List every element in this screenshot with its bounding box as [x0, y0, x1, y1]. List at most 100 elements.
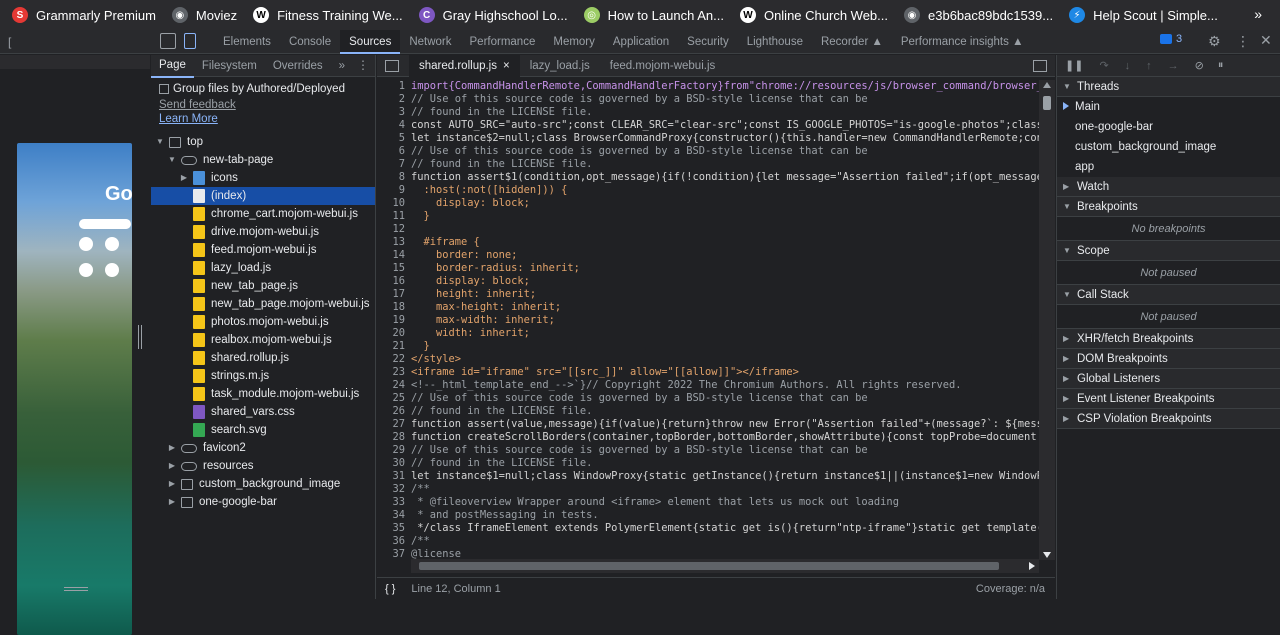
- code-line[interactable]: 17 height: inherit;: [377, 288, 1039, 301]
- code-line[interactable]: 8 function assert$1(condition,opt_message…: [377, 171, 1039, 184]
- code-line[interactable]: 32/**: [377, 483, 1039, 496]
- tree-item[interactable]: task_module.mojom-webui.js: [151, 385, 359, 403]
- deactivate-breakpoints-icon[interactable]: ⊘: [1195, 59, 1204, 72]
- code-line[interactable]: 35 */class IframeElement extends Polymer…: [377, 522, 1039, 535]
- tab-security[interactable]: Security: [678, 30, 738, 54]
- bottom-resize-handle[interactable]: [64, 587, 88, 591]
- line-number[interactable]: 23: [377, 366, 411, 379]
- tab-recorder[interactable]: Recorder ▲: [812, 30, 892, 54]
- code-line[interactable]: 28 function createScrollBorders(container…: [377, 431, 1039, 444]
- line-number[interactable]: 19: [377, 314, 411, 327]
- section-threads[interactable]: ▼ Threads: [1057, 77, 1280, 97]
- bookmark-item[interactable]: S Grammarly Premium: [12, 7, 156, 23]
- bookmark-item[interactable]: W Online Church Web...: [739, 7, 888, 23]
- code-line[interactable]: 21 }: [377, 340, 1039, 353]
- scrollbar-down-icon[interactable]: [1043, 552, 1051, 558]
- line-number[interactable]: 10: [377, 197, 411, 210]
- line-number[interactable]: 22: [377, 353, 411, 366]
- hscroll-thumb[interactable]: [419, 562, 999, 570]
- line-number[interactable]: 20: [377, 327, 411, 340]
- line-number[interactable]: 26: [377, 405, 411, 418]
- line-number[interactable]: 33: [377, 496, 411, 509]
- code-line[interactable]: 14 border: none;: [377, 249, 1039, 262]
- thread-item[interactable]: Main: [1057, 97, 1280, 117]
- line-number[interactable]: 13: [377, 236, 411, 249]
- thread-item[interactable]: one-google-bar: [1057, 117, 1280, 137]
- line-number[interactable]: 30: [377, 457, 411, 470]
- tree-item[interactable]: ▶ one-google-bar: [151, 493, 277, 511]
- code-line[interactable]: 33 * @fileoverview Wrapper around <ifram…: [377, 496, 1039, 509]
- expand-down-icon[interactable]: ▼: [167, 151, 177, 169]
- group-files-checkbox-row[interactable]: Group files by Authored/Deployed: [159, 83, 345, 95]
- code-line[interactable]: 10 display: block;: [377, 197, 1039, 210]
- editor-tab[interactable]: shared.rollup.js ×: [409, 54, 520, 77]
- more-options-icon[interactable]: ⋮: [1236, 33, 1250, 50]
- resize-handle[interactable]: [138, 325, 142, 349]
- bookmark-item[interactable]: W Fitness Training We...: [253, 7, 403, 23]
- tree-item[interactable]: ▶ favicon2: [151, 439, 246, 457]
- pretty-print-button[interactable]: { }: [385, 583, 395, 595]
- line-number[interactable]: 17: [377, 288, 411, 301]
- settings-gear-icon[interactable]: ⚙: [1208, 33, 1221, 50]
- code-line[interactable]: 27 function assert(value,message){if(valu…: [377, 418, 1039, 431]
- code-line[interactable]: 30// found in the LICENSE file.: [377, 457, 1039, 470]
- bookmark-item[interactable]: ◉ Moviez: [171, 7, 237, 23]
- learn-more-link[interactable]: Learn More: [159, 113, 218, 125]
- code-line[interactable]: 6// Use of this source code is governed …: [377, 145, 1039, 158]
- step-into-icon[interactable]: ↓: [1125, 60, 1131, 72]
- step-out-icon[interactable]: ↑: [1146, 60, 1152, 72]
- editor-tab[interactable]: feed.mojom-webui.js: [600, 55, 725, 77]
- code-line[interactable]: 26// found in the LICENSE file.: [377, 405, 1039, 418]
- bookmark-item[interactable]: C Gray Highschool Lo...: [418, 7, 568, 23]
- bookmark-item[interactable]: ⚡ Help Scout | Simple...: [1069, 7, 1218, 23]
- code-lines[interactable]: 1 import{CommandHandlerRemote,CommandHand…: [377, 80, 1039, 574]
- close-tab-icon[interactable]: ×: [503, 60, 510, 72]
- tab-network[interactable]: Network: [400, 30, 460, 54]
- line-number[interactable]: 2: [377, 93, 411, 106]
- section-breakpoints[interactable]: ▼ Breakpoints: [1057, 197, 1280, 217]
- tree-item[interactable]: ▼ top: [151, 133, 203, 151]
- tab-console[interactable]: Console: [280, 30, 340, 54]
- code-line[interactable]: 20 width: inherit;: [377, 327, 1039, 340]
- navigator-menu-icon[interactable]: ⋮: [357, 58, 369, 72]
- tree-item[interactable]: ▼ new-tab-page: [151, 151, 273, 169]
- tree-item[interactable]: photos.mojom-webui.js: [151, 313, 329, 331]
- tree-item[interactable]: ▶ icons: [151, 169, 238, 187]
- shortcut-tile[interactable]: [79, 237, 93, 251]
- section-global-listeners[interactable]: ▶ Global Listeners: [1057, 369, 1280, 389]
- code-line[interactable]: 9 :host(:not([hidden])) {: [377, 184, 1039, 197]
- tab-performance[interactable]: Performance: [461, 30, 545, 54]
- expand-right-icon[interactable]: ▶: [167, 439, 177, 457]
- code-line[interactable]: 23 <iframe id="iframe" src="[[src_]]" all…: [377, 366, 1039, 379]
- tree-item[interactable]: realbox.mojom-webui.js: [151, 331, 332, 349]
- code-line[interactable]: 29// Use of this source code is governed…: [377, 444, 1039, 457]
- line-number[interactable]: 37: [377, 548, 411, 561]
- bookmarks-overflow-button[interactable]: »: [1254, 6, 1262, 22]
- search-box[interactable]: [79, 219, 131, 229]
- device-toggle-icon[interactable]: [184, 33, 196, 49]
- section-scope[interactable]: ▼ Scope: [1057, 241, 1280, 261]
- scrollbar-thumb[interactable]: [1043, 96, 1051, 110]
- device-screen[interactable]: Go: [17, 143, 132, 635]
- expand-right-icon[interactable]: ▶: [179, 169, 189, 187]
- line-number[interactable]: 4: [377, 119, 411, 132]
- code-line[interactable]: 19 max-width: inherit;: [377, 314, 1039, 327]
- section-xhr-fetch-breakpoints[interactable]: ▶ XHR/fetch Breakpoints: [1057, 329, 1280, 349]
- section-dom-breakpoints[interactable]: ▶ DOM Breakpoints: [1057, 349, 1280, 369]
- line-number[interactable]: 11: [377, 210, 411, 223]
- tree-item[interactable]: drive.mojom-webui.js: [151, 223, 319, 241]
- line-number[interactable]: 28: [377, 431, 411, 444]
- toggle-navigator-icon[interactable]: [385, 59, 399, 72]
- tree-item[interactable]: feed.mojom-webui.js: [151, 241, 316, 259]
- section-watch[interactable]: ▶ Watch: [1057, 177, 1280, 197]
- code-line[interactable]: 13 #iframe {: [377, 236, 1039, 249]
- scrollbar-up-icon[interactable]: [1043, 82, 1051, 88]
- bookmark-item[interactable]: ◉ e3b6bac89bdc1539...: [904, 7, 1053, 23]
- tree-item[interactable]: new_tab_page.mojom-webui.js: [151, 295, 370, 313]
- line-number[interactable]: 24: [377, 379, 411, 392]
- line-number[interactable]: 8: [377, 171, 411, 184]
- code-line[interactable]: 16 display: block;: [377, 275, 1039, 288]
- tab-memory[interactable]: Memory: [544, 30, 604, 54]
- code-line[interactable]: 34 * and postMessaging in tests.: [377, 509, 1039, 522]
- shortcut-tile[interactable]: [105, 263, 119, 277]
